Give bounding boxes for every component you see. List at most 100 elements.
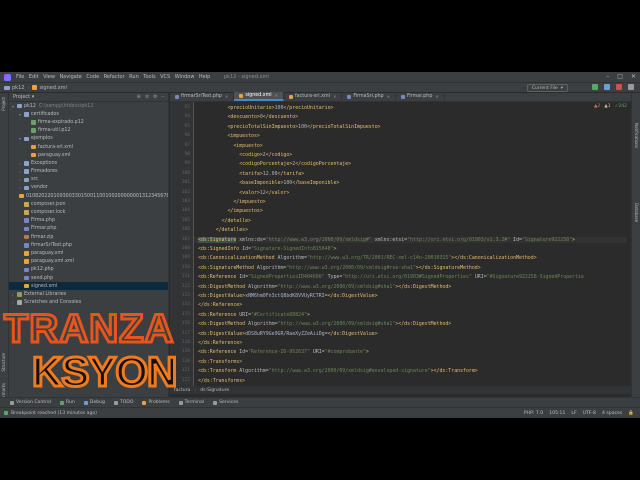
line-number[interactable]: 99 [170,161,190,166]
code-line[interactable]: <ds:SignedInfo Id="Signature-SignedInfo8… [198,246,336,252]
tree-item[interactable]: signed.xml [9,282,168,291]
line-number[interactable]: 119 [170,349,190,354]
tree-item[interactable]: › External Libraries [9,290,168,298]
tree-item[interactable]: factura-sri.xml [9,143,168,151]
line-number[interactable]: 122 [170,378,190,383]
status-message[interactable]: Breakpoint reached (13 minutes ago) [11,411,97,416]
tree-item[interactable]: pk12.php [9,266,168,274]
line-number[interactable]: 98 [170,152,190,157]
menu-refactor[interactable]: Refactor [104,74,125,80]
code-line[interactable]: </detalles> [198,227,248,233]
tree-item[interactable]: › Exceptions [9,159,168,167]
line-number[interactable]: 109 [170,255,190,260]
breadcrumb-file[interactable]: signed.xml [32,85,67,91]
line-number[interactable]: 94 [170,114,190,119]
code-line[interactable]: <ds:Transform Algorithm="http://www.w3.o… [198,368,478,374]
line-number[interactable]: 102 [170,190,190,195]
run-configuration-select[interactable]: Current File ▾ [526,84,568,92]
breadcrumb-project[interactable]: pk12 [4,85,24,91]
line-number[interactable]: 97 [170,143,190,148]
tree-item[interactable]: composer.json [9,200,168,208]
code-line[interactable]: <ds:Signature xmlns:ds="http://www.w3.or… [194,236,627,243]
code-line[interactable]: <impuestos> [198,133,259,139]
maximize-icon[interactable]: □ [617,73,623,80]
line-number[interactable]: 101 [170,180,190,185]
editor-tab[interactable]: firmarSriTest.php ✕ [170,92,235,101]
line-number[interactable]: 120 [170,359,190,364]
line-number[interactable]: 121 [170,368,190,373]
line-number[interactable]: 113 [170,293,190,298]
code-editor[interactable]: 93 94 95 96 97 98 99 100 101 102 103 104 105 106 107 10… [170,102,631,386]
indent-setting[interactable]: 4 spaces [602,411,622,416]
inspection-widget[interactable]: ▲2 ▲1 ✓242 [594,104,627,109]
tree-item[interactable]: ▾ certificados [9,110,168,118]
code-line[interactable]: <ds:CanonicalizationMethod Algorithm="ht… [198,255,537,261]
debug-icon[interactable] [604,84,610,90]
tool-window-version-control[interactable]: Version Control [10,400,51,405]
tree-item[interactable]: › Scratches and Consoles [9,299,168,307]
line-number[interactable]: 95 [170,124,190,129]
menu-navigate[interactable]: Navigate [59,74,81,80]
menu-vcs[interactable]: VCS [160,74,170,80]
line-number[interactable]: 115 [170,312,190,317]
tree-item[interactable]: Firma.php [9,217,168,225]
code-line[interactable]: </impuestos> [198,208,262,214]
editor-tab[interactable]: factura-sri.xml ✕ [284,92,343,101]
editor-tab[interactable]: signed.xml ✕ [234,92,284,101]
editor-tab[interactable]: FirmaSri.php ✕ [342,92,396,101]
line-number[interactable]: 106 [170,227,190,232]
database-tool-tab[interactable]: Database [634,203,639,222]
tree-item[interactable]: firma-expirado.p12 [9,118,168,126]
close-icon[interactable]: ✕ [631,73,636,80]
menu-run[interactable]: Run [129,74,139,80]
menu-file[interactable]: File [16,74,24,80]
tree-item[interactable]: Firmar.php [9,225,168,233]
code-line[interactable]: <ds:DigestValue>xNM6hm0Fn3ctQ8bdK8VVUyRC… [198,293,378,299]
code-line[interactable]: </ds:Reference> [198,340,242,346]
caret-position[interactable]: 105:11 [549,411,565,416]
tree-item[interactable]: › vendor [9,184,168,192]
code-line[interactable]: </impuesto> [198,199,265,205]
tree-item[interactable]: send.php [9,274,168,282]
minimize-icon[interactable]: – [606,73,609,80]
code-line[interactable]: <valor>12</valor> [198,190,289,196]
line-number[interactable]: 104 [170,208,190,213]
search-icon[interactable] [628,84,634,90]
run-icon[interactable] [592,84,598,90]
editor-breadcrumb-factura[interactable]: factura [174,388,190,393]
notifications-tool-tab[interactable]: Notifications [634,123,639,148]
code-line[interactable]: <ds:DigestMethod Algorithm="http://www.w… [198,284,451,290]
php-version[interactable]: PHP: 7.0 [524,411,543,416]
stop-icon[interactable] [616,84,622,90]
line-number[interactable]: 112 [170,284,190,289]
code-line[interactable]: <precioTotalSinImpuesto>100</precioTotal… [198,124,380,130]
line-number[interactable]: 117 [170,331,190,336]
menu-window[interactable]: Window [175,74,195,80]
menu-help[interactable]: Help [199,74,210,80]
code-line[interactable]: <codigo>2</codigo> [198,152,292,158]
project-tool-tab[interactable]: Project [1,97,6,111]
code-line[interactable]: </ds:Reference> [198,302,242,308]
tree-item[interactable]: paraguay.xml.xml [9,258,168,266]
tree-item[interactable]: paraguay.xml [9,249,168,257]
line-number[interactable]: 110 [170,265,190,270]
line-number[interactable]: 116 [170,321,190,326]
line-separator[interactable]: LF [571,411,576,416]
tab-close-icon[interactable]: ✕ [333,94,336,99]
tree-item[interactable]: ▾ pk12 C:\xampp\htdocs\pk12 [9,102,168,110]
line-number[interactable]: 108 [170,246,190,251]
tab-close-icon[interactable]: ✕ [225,94,228,99]
tree-item[interactable]: ▾ ejemplos [9,135,168,143]
tool-window-terminal[interactable]: Terminal [178,400,204,405]
tab-close-icon[interactable]: ✕ [275,93,278,98]
structure-tool-tab[interactable]: Structure [1,353,6,372]
code-line[interactable]: <ds:DigestValue>dDS8uRY9Ge9GR/RaeXyZZeAi… [198,331,378,337]
code-line[interactable]: <tarifa>12.00</tarifa> [198,171,304,177]
tool-window-problems[interactable]: Problems [142,400,170,405]
tool-window-debug[interactable]: Debug [83,400,105,405]
menu-edit[interactable]: Edit [29,74,39,80]
code-line[interactable]: <codigoPorcentaje>2</codigoPorcentaje> [198,161,351,167]
line-number[interactable]: 103 [170,199,190,204]
tree-item[interactable]: firmarSriTest.php [9,241,168,249]
code-line[interactable]: <ds:Reference URI="#Certificate88824"> [198,312,310,318]
